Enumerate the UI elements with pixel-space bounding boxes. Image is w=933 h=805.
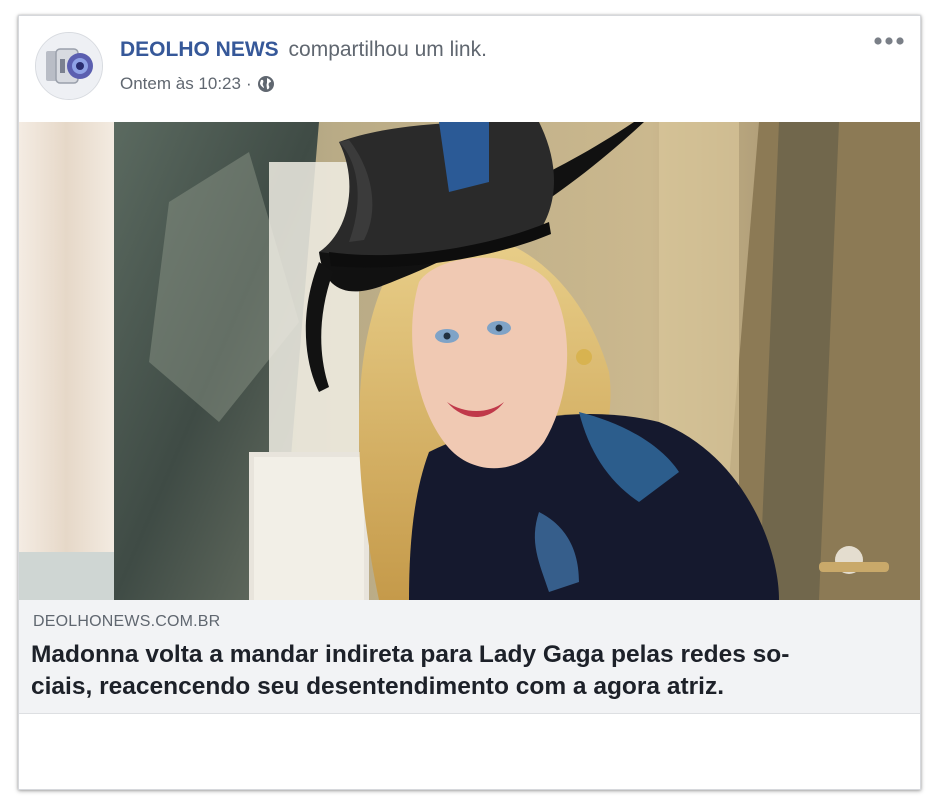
post-meta: Ontem às 10:23 · — [120, 74, 275, 94]
author-line: DEOLHO NEWS compartilhou um link. — [120, 38, 487, 62]
headline-line-2: ciais, reacencendo seu desentendimento c… — [31, 673, 725, 700]
timestamp-link[interactable]: Ontem às 10:23 — [120, 74, 241, 94]
action-text: compartilhou um link. — [288, 38, 487, 61]
more-options-icon[interactable] — [872, 30, 906, 52]
author-link[interactable]: DEOLHO NEWS — [120, 38, 279, 61]
link-preview-image[interactable] — [19, 122, 920, 600]
globe-icon[interactable] — [257, 75, 275, 93]
deolho-logo-icon — [36, 33, 102, 99]
post-card: DEOLHO NEWS compartilhou um link. Ontem … — [18, 15, 921, 790]
link-headline[interactable]: Madonna volta a mandar indireta para Lad… — [31, 639, 911, 703]
post-header: DEOLHO NEWS compartilhou um link. Ontem … — [19, 16, 920, 122]
link-domain: DEOLHONEWS.COM.BR — [33, 613, 221, 630]
meta-separator: · — [245, 74, 252, 93]
page-avatar[interactable] — [35, 32, 103, 100]
headline-line-1: Madonna volta a mandar indireta para Lad… — [31, 641, 790, 668]
link-preview-caption[interactable]: DEOLHONEWS.COM.BR Madonna volta a mandar… — [19, 600, 920, 714]
